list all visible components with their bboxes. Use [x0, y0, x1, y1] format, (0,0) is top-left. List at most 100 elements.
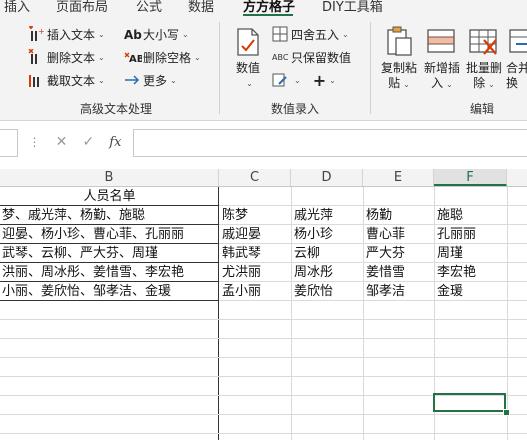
merge-convert-button[interactable]: 合并 换 — [506, 22, 527, 96]
copy-paste-button[interactable]: 复制粘 贴 ⌄ — [378, 22, 420, 96]
grid-cell[interactable]: 韩武琴 — [222, 244, 290, 263]
active-cell-selection[interactable] — [433, 393, 506, 412]
grid-cell[interactable]: 孟小丽 — [222, 282, 290, 301]
insert-function-icon[interactable]: fx — [109, 135, 121, 150]
name-box[interactable] — [0, 129, 18, 157]
cell-b-row-1[interactable]: 梦、戚光萍、杨勤、施聪 — [2, 206, 217, 225]
grid-cell[interactable]: 金瑗 — [437, 282, 506, 301]
tab-fangfang-gezi[interactable]: 方方格子 — [243, 0, 295, 15]
gridline — [0, 357, 527, 358]
round-button[interactable]: 四舍五入 ⌄ — [272, 24, 349, 44]
svg-text:ABC: ABC — [272, 53, 289, 62]
keep-value-label: 只保留数值 — [291, 50, 352, 65]
cell-b-row-2[interactable]: 迎晏、杨小珍、曹心菲、孔丽丽 — [2, 225, 217, 244]
grid-cell[interactable]: 戚迎晏 — [222, 225, 290, 244]
batch-delete-label-1: 批量删 — [465, 61, 502, 75]
grid-cell[interactable]: 戚光萍 — [294, 206, 362, 225]
cancel-icon[interactable]: ✕ — [56, 134, 68, 150]
grid-cell[interactable]: 杨小珍 — [294, 225, 362, 244]
column-header-d[interactable]: D — [291, 169, 363, 186]
gridline — [0, 376, 527, 377]
edit-sheet-icon[interactable] — [272, 72, 288, 88]
column-header-e[interactable]: E — [363, 169, 434, 186]
insert-text-label: 插入文本 — [47, 27, 96, 42]
gridline — [0, 433, 527, 434]
column-header-bar: B C D E F — [0, 169, 527, 187]
delete-text-label: 删除文本 — [47, 50, 96, 65]
chevron-down-icon[interactable]: ⌄ — [329, 76, 336, 85]
more-button[interactable]: 更多 ⌄ — [124, 70, 177, 90]
tab-data[interactable]: 数据 — [188, 0, 214, 15]
cell-b-header[interactable]: 人员名单 — [0, 187, 219, 206]
batch-delete-label-2: 除 ⌄ — [473, 76, 495, 90]
grid-cell[interactable]: 尤洪丽 — [222, 263, 290, 282]
merge-convert-label-1: 合并 — [506, 61, 527, 75]
insert-new-label-2: 入 ⌄ — [431, 76, 453, 90]
formula-bar-area: ⋮ ✕ ✓ fx — [0, 121, 527, 169]
tab-diy-toolbox[interactable]: DIY工具箱 — [322, 0, 383, 15]
insert-new-button[interactable]: 新增插 入 ⌄ — [421, 22, 463, 96]
worksheet: B C D E F 人员名单 梦、戚光萍、杨勤、施聪 迎晏、杨小珍、曹心菲、孔丽… — [0, 169, 527, 440]
grid-cell[interactable]: 严大芬 — [366, 244, 433, 263]
svg-text:Ab: Ab — [124, 28, 142, 42]
tab-page-layout[interactable]: 页面布局 — [56, 0, 108, 15]
chevron-down-icon: ⌄ — [342, 29, 349, 39]
formula-dots-icon: ⋮ — [28, 135, 41, 149]
group-separator — [219, 22, 220, 114]
abc-icon: ABC — [272, 49, 289, 65]
grid-cell[interactable]: 陈梦 — [222, 206, 290, 225]
more-label: 更多 — [143, 73, 168, 88]
group-label-text-processing: 高级文本处理 — [80, 102, 153, 116]
chevron-down-icon[interactable]: ⌄ — [294, 76, 301, 85]
plus-icon[interactable]: + — [313, 71, 326, 90]
value-icon — [232, 26, 264, 58]
svg-text:+: + — [38, 27, 44, 36]
chevron-down-icon: ⌄ — [194, 52, 201, 62]
delete-space-label: 删除空格 — [143, 50, 192, 65]
numeric-tools-row: ⌄ + ⌄ — [272, 70, 336, 90]
cell-b-row-5[interactable]: 小丽、姜欣怡、邹孝洁、金瑗 — [2, 282, 217, 301]
value-button[interactable]: 数值 ⌄ — [229, 22, 267, 96]
column-header-f[interactable]: F — [434, 169, 507, 186]
chevron-down-icon: ⌄ — [246, 79, 253, 88]
ribbon-tab-bar: 插入 页面布局 公式 数据 方方格子 DIY工具箱 — [0, 0, 527, 17]
extract-text-icon — [28, 72, 44, 88]
formula-input[interactable] — [133, 129, 527, 157]
grid-cell[interactable]: 周冰彤 — [294, 263, 362, 282]
column-header-b[interactable]: B — [0, 169, 219, 186]
delete-text-button[interactable]: 删除文本 ⌄ — [28, 47, 105, 67]
cell-b-row-3[interactable]: 武琴、云柳、严大芬、周瑾 — [2, 244, 217, 263]
grid-cell[interactable]: 杨勤 — [366, 206, 433, 225]
grid-cell[interactable]: 曹心菲 — [366, 225, 433, 244]
chevron-down-icon: ⌄ — [98, 52, 105, 62]
grid-cell[interactable]: 施聪 — [437, 206, 506, 225]
grid-cell[interactable]: 周瑾 — [437, 244, 506, 263]
case-button[interactable]: Ab 大小写 ⌄ — [124, 24, 189, 44]
chevron-down-icon: ⌄ — [98, 29, 105, 39]
extract-text-label: 截取文本 — [47, 73, 96, 88]
delete-space-button[interactable]: AB 删除空格 ⌄ — [124, 47, 201, 67]
grid-cell[interactable]: 孔丽丽 — [437, 225, 506, 244]
insert-text-button[interactable]: + 插入文本 ⌄ — [28, 24, 105, 44]
cell-b-row-4[interactable]: 洪丽、周冰彤、姜惜雪、李宏艳 — [2, 263, 217, 282]
keep-value-button[interactable]: ABC 只保留数值 — [272, 47, 351, 67]
tab-insert[interactable]: 插入 — [4, 0, 30, 15]
chevron-down-icon: ⌄ — [170, 75, 177, 85]
batch-delete-button[interactable]: 批量删 除 ⌄ — [463, 22, 505, 96]
tab-formulas[interactable]: 公式 — [136, 0, 162, 15]
column-header-c[interactable]: C — [219, 169, 291, 186]
grid-cell[interactable]: 李宏艳 — [437, 263, 506, 282]
insert-new-label-1: 新增插 — [423, 61, 460, 75]
gridline — [0, 319, 527, 320]
formula-controls: ⋮ ✕ ✓ fx — [21, 129, 129, 155]
fill-handle[interactable] — [503, 409, 510, 416]
group-label-numeric-input: 数值录入 — [271, 102, 320, 116]
extract-text-button[interactable]: 截取文本 ⌄ — [28, 70, 105, 90]
grid-cell[interactable]: 姜欣怡 — [294, 282, 362, 301]
gridline — [0, 338, 527, 339]
grid-cell[interactable]: 邹孝洁 — [366, 282, 433, 301]
insert-rows-icon — [426, 26, 458, 58]
grid-cell[interactable]: 姜惜雪 — [366, 263, 433, 282]
enter-icon[interactable]: ✓ — [82, 134, 94, 150]
grid-cell[interactable]: 云柳 — [294, 244, 362, 263]
